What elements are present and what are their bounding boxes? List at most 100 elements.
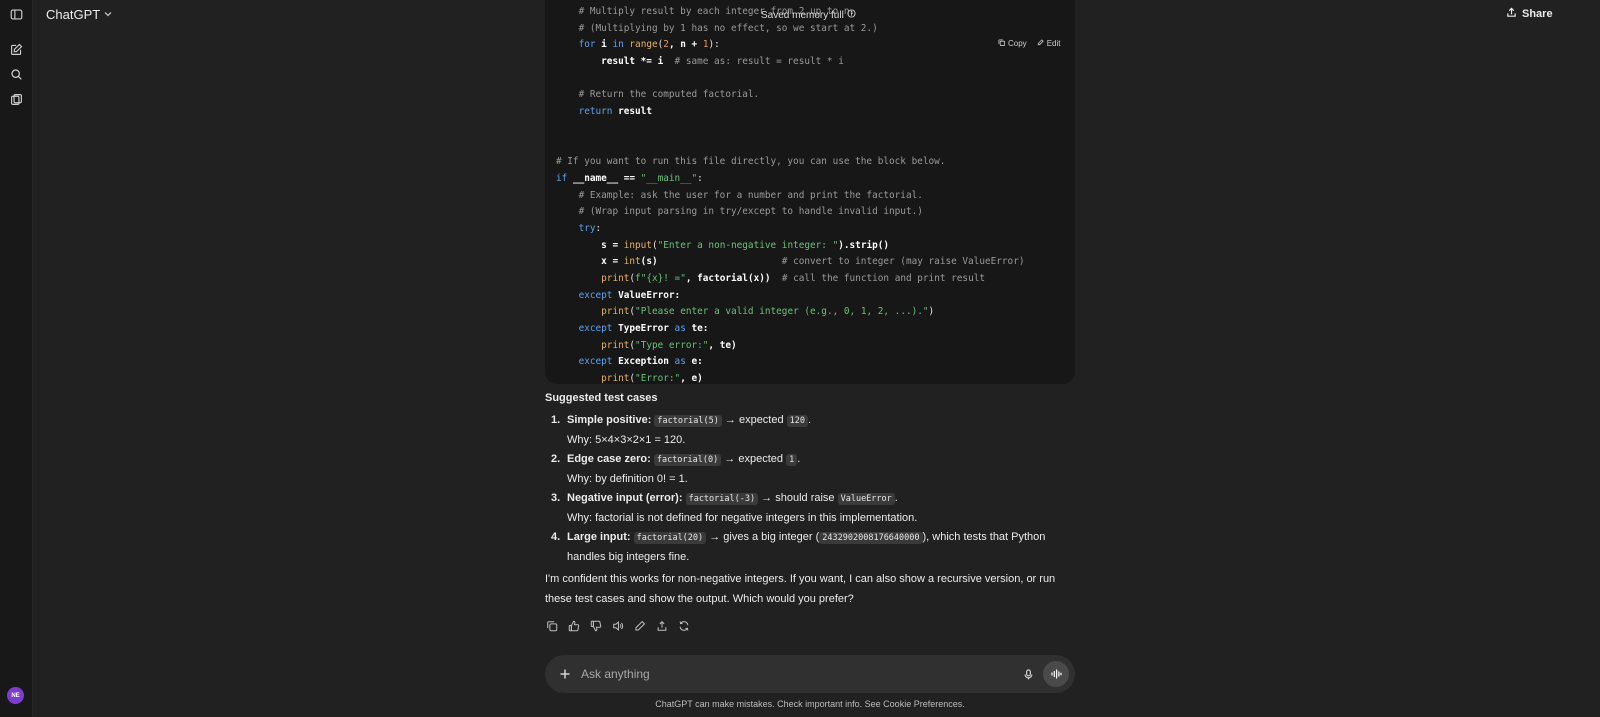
item-text: . [808,414,812,426]
sidebar-toggle-icon[interactable] [7,5,25,23]
code-token: # If you want to run this file directly,… [556,156,946,168]
code-token: , n + [668,39,703,51]
item-text: . [894,492,898,504]
share-icon[interactable] [655,619,669,633]
library-icon[interactable] [7,90,25,108]
share-button[interactable]: Share [1506,7,1553,21]
inline-code: 2432902008176640000 [819,532,923,544]
closing-paragraph: I'm confident this works for non-negativ… [545,570,1075,609]
code-token: # (Multiplying by 1 has no effect, so we… [556,22,878,34]
mic-icon[interactable] [1020,666,1036,682]
share-label: Share [1522,8,1553,20]
list-item: 3. Negative input (error): factorial(-3)… [545,489,1075,528]
list-item: 4. Large input: factorial(20) → gives a … [545,528,1075,567]
prompt-input[interactable]: Ask anything [581,667,650,681]
model-selector[interactable]: ChatGPT [46,7,113,22]
code-token: in [612,39,624,51]
code-line: for i in range(2, n + 1): [556,37,1024,54]
saved-memory-label: Saved memory full [761,9,844,21]
code-line: result *= i # same as: result = result *… [556,54,1024,71]
code-token: try [578,222,596,234]
edit-label: Edit [1046,39,1061,48]
code-token: , e) [680,373,703,385]
closing-line: I'm confident this works for non-negativ… [545,573,1056,585]
code-actions: Copy Edit [998,39,1060,48]
code-token: "Enter a non-negative integer: " [657,239,839,251]
code-token: i [595,39,613,51]
code-token: input [623,239,652,251]
code-token: , factorial(x)) [685,273,782,284]
inline-code: 1 [786,454,798,466]
copy-label: Copy [1008,39,1027,48]
code-token: # call the function and print result [781,273,986,284]
thumbs-down-icon[interactable] [589,619,603,633]
left-rail: NE [0,0,33,717]
speaker-icon[interactable] [611,619,625,633]
composer: Ask anything [545,655,1075,693]
copy-icon [998,39,1005,48]
item-label: Negative input (error): [567,492,683,504]
saved-memory-status[interactable]: Saved memory full [761,9,856,21]
item-text: → gives a big integer ( [706,531,820,543]
code-content: # Multiply result by each integer from 2… [556,4,1024,388]
code-token: e: [685,356,703,368]
code-line: # (Multiplying by 1 has no effect, so we… [556,21,1024,38]
thumbs-up-icon[interactable] [567,619,581,633]
inline-code: factorial(20) [633,532,707,544]
code-line: # Example: ask the user for a number and… [556,188,1024,205]
item-text: → expected [721,453,787,465]
search-icon[interactable] [7,65,25,83]
code-line: except TypeError as te: [556,321,1024,338]
code-token: ).strip() [838,239,890,251]
inline-code: factorial(5) [654,415,722,427]
avatar[interactable]: NE [7,687,24,704]
item-label: Simple positive: [567,414,652,426]
closing-line: these test cases and show the output. Wh… [545,592,854,605]
code-token: s = [556,239,624,251]
code-token: # convert to integer (may raise ValueErr… [781,256,1025,268]
plus-icon[interactable] [557,666,573,682]
code-token: "__main__" [640,172,698,184]
code-token: except [578,356,613,368]
item-label: Large input: [567,531,631,543]
code-token: x = [556,256,624,268]
refresh-icon[interactable] [677,619,691,633]
item-why: handles big integers fine. [567,551,690,563]
code-token: ): [708,39,720,51]
edit-code-button[interactable]: Edit [1037,39,1061,48]
list-number: 2. [551,453,561,465]
code-token: print [601,273,630,284]
pencil-icon[interactable] [633,619,647,633]
code-block: # Multiply result by each integer from 2… [545,0,1075,384]
chevron-down-icon [103,7,113,22]
code-token: f"{x}! =" [635,273,686,284]
item-why: Why: factorial is not defined for negati… [567,512,918,524]
list-number: 3. [551,492,561,504]
copy-icon[interactable] [545,619,559,633]
code-token: result *= i [556,56,675,68]
code-token: , te) [708,339,737,351]
inline-code: ValueError [837,493,895,505]
code-token: "Please enter a valid integer (e.g., 0, … [635,306,929,318]
footer-disclaimer: ChatGPT can make mistakes. Check importa… [655,699,965,709]
item-label: Edge case zero: [567,453,651,465]
code-line: s = input("Enter a non-negative integer:… [556,238,1024,255]
code-token: (s) [640,256,782,268]
code-token: as [674,356,686,368]
copy-code-button[interactable]: Copy [998,39,1027,48]
code-token: result [612,106,652,118]
new-chat-icon[interactable] [7,40,25,58]
code-line: # If you want to run this file directly,… [556,154,1024,171]
code-token: except [578,289,613,301]
code-token: # same as: result = result * i [674,56,844,68]
list-number: 4. [551,531,561,543]
voice-wave-icon[interactable] [1043,661,1069,687]
code-token: # Return the computed factorial. [556,89,760,101]
